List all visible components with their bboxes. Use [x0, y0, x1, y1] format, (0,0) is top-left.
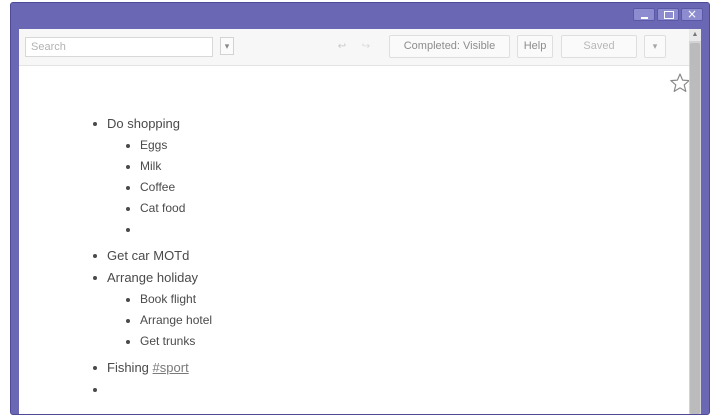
- maximize-icon[interactable]: [657, 8, 679, 21]
- item-text[interactable]: Arrange holiday: [107, 270, 198, 285]
- item-text[interactable]: Milk: [140, 159, 161, 173]
- scroll-up-icon[interactable]: ▲: [689, 29, 701, 41]
- title-bar: [11, 3, 709, 29]
- list-item[interactable]: Arrange holiday: [90, 267, 650, 289]
- list-item[interactable]: Eggs: [123, 135, 650, 156]
- app-content: Search ▾ ↩ ↪ Completed: Visible Help Sav…: [19, 29, 701, 414]
- completed-visibility-button[interactable]: Completed: Visible: [389, 35, 510, 58]
- item-text[interactable]: Cat food: [140, 201, 185, 215]
- item-text[interactable]: Eggs: [140, 138, 167, 152]
- dropdown-icon: ▾: [224, 41, 230, 51]
- toolbar: Search ▾ ↩ ↪ Completed: Visible Help Sav…: [19, 29, 689, 66]
- saved-button[interactable]: Saved: [561, 35, 637, 58]
- redo-button[interactable]: ↪: [356, 38, 376, 56]
- scrollbar[interactable]: ▲: [689, 29, 701, 414]
- list-item[interactable]: Fishing #sport: [90, 357, 650, 379]
- list-item[interactable]: Arrange hotel: [123, 310, 650, 331]
- redo-icon: ↪: [361, 41, 371, 52]
- help-button[interactable]: Help: [517, 35, 553, 58]
- list-item[interactable]: [123, 219, 650, 240]
- star-icon[interactable]: [669, 72, 691, 94]
- list-item[interactable]: [90, 379, 650, 401]
- menu-button[interactable]: ▾: [644, 35, 666, 58]
- item-text[interactable]: Do shopping: [107, 116, 180, 131]
- sublist: Eggs Milk Coffee Cat food: [123, 135, 650, 240]
- undo-icon: ↩: [337, 41, 347, 52]
- scrollbar-thumb[interactable]: [690, 43, 700, 414]
- list-item[interactable]: Get trunks: [123, 331, 650, 352]
- search-input[interactable]: Search: [25, 37, 213, 57]
- list-item[interactable]: Cat food: [123, 198, 650, 219]
- window-controls: [633, 7, 703, 22]
- chevron-down-icon: ▾: [652, 41, 658, 51]
- item-text[interactable]: Book flight: [140, 292, 196, 306]
- undo-button[interactable]: ↩: [332, 38, 352, 56]
- item-text[interactable]: Arrange hotel: [140, 313, 212, 327]
- item-text[interactable]: Coffee: [140, 180, 175, 194]
- search-options-button[interactable]: ▾: [220, 37, 234, 55]
- item-text[interactable]: Get car MOTd: [107, 248, 189, 263]
- list-item[interactable]: Milk: [123, 156, 650, 177]
- item-text[interactable]: Fishing: [107, 360, 149, 375]
- close-icon[interactable]: [681, 7, 703, 21]
- list-item[interactable]: Book flight: [123, 289, 650, 310]
- minimize-icon[interactable]: [633, 8, 655, 21]
- sublist: Book flight Arrange hotel Get trunks: [123, 289, 650, 352]
- list-item[interactable]: Do shopping: [90, 113, 650, 135]
- outline-list: Do shopping Eggs Milk Coffee Cat food Ge…: [90, 113, 650, 401]
- list-item[interactable]: Coffee: [123, 177, 650, 198]
- app-window: Search ▾ ↩ ↪ Completed: Visible Help Sav…: [10, 2, 710, 415]
- tag-link[interactable]: #sport: [153, 360, 189, 375]
- list-item[interactable]: Get car MOTd: [90, 245, 650, 267]
- item-text[interactable]: Get trunks: [140, 334, 195, 348]
